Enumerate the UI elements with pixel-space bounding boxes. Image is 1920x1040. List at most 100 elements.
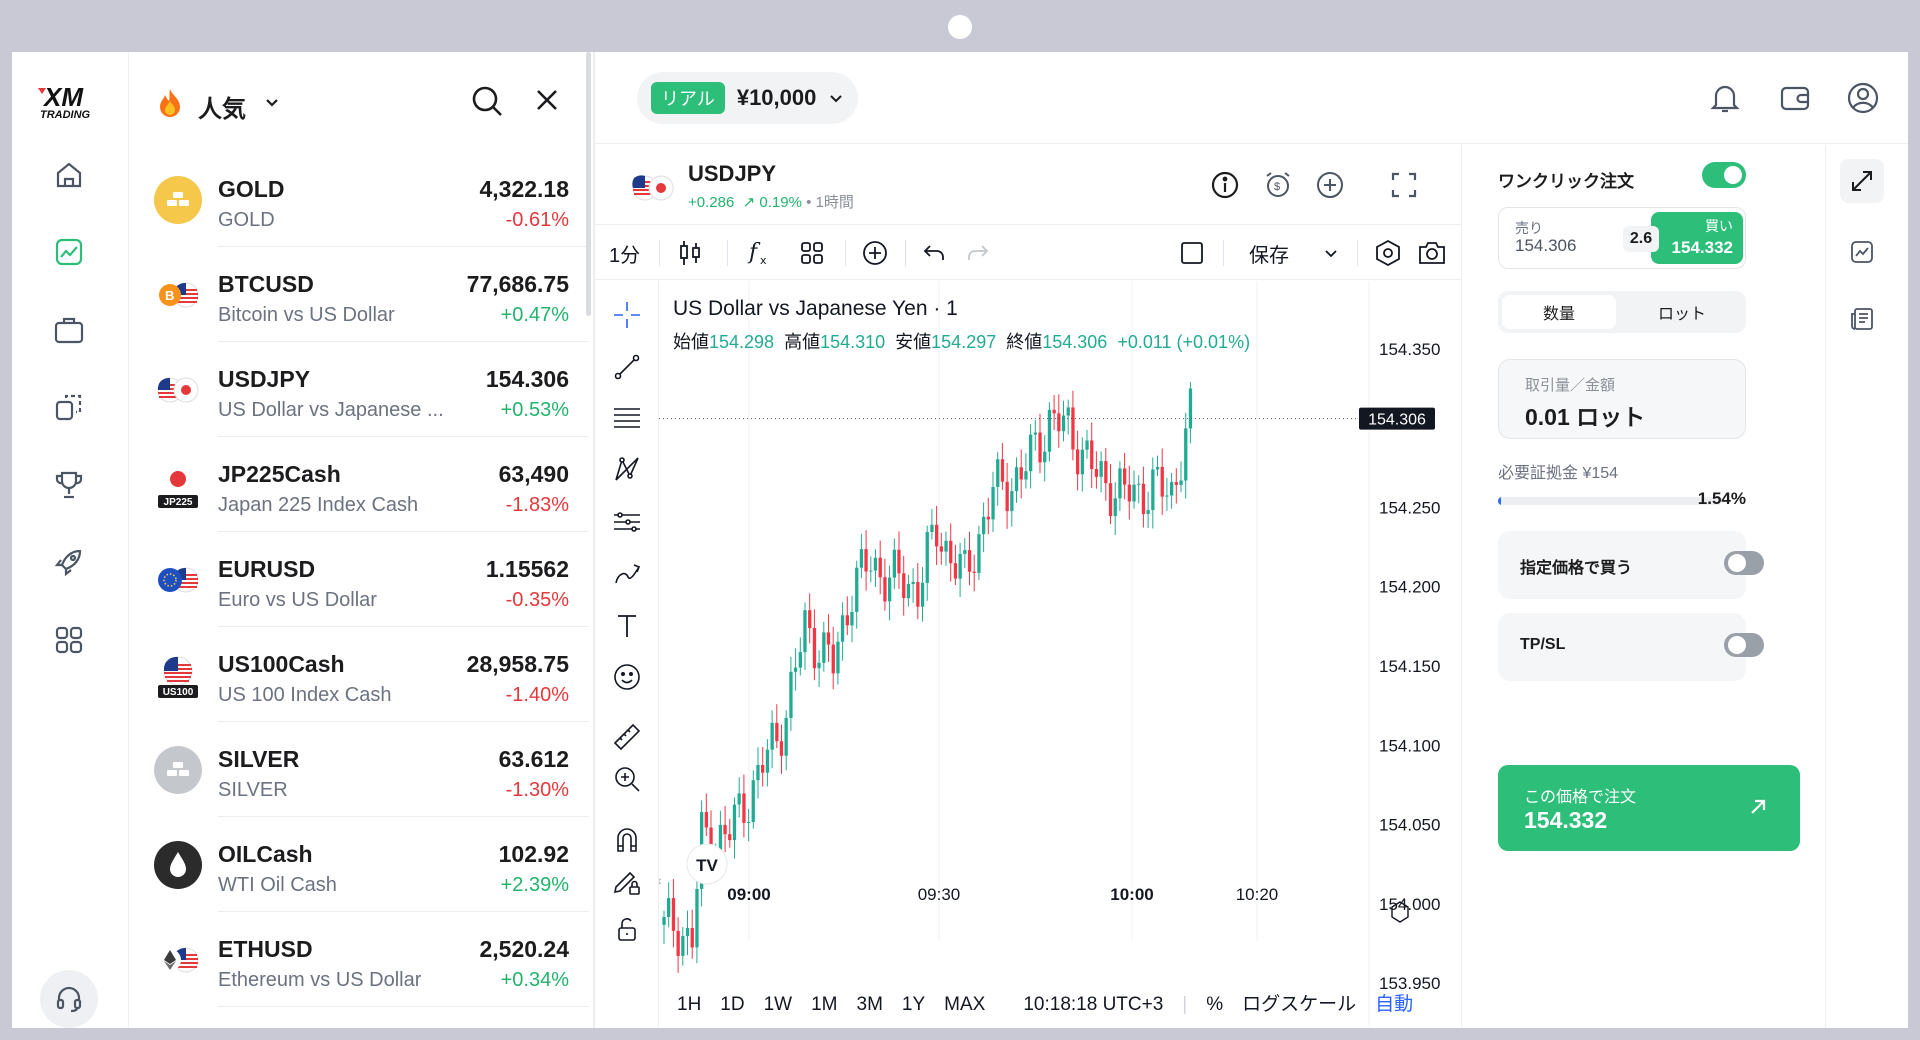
rocket-icon[interactable] (49, 542, 89, 582)
seg-quantity[interactable]: 数量 (1502, 295, 1616, 329)
search-icon[interactable] (470, 84, 504, 123)
watchlist-row-eurusd[interactable]: EURUSD Euro vs US Dollar 1.15562 -0.35% (130, 532, 589, 627)
candle-body (1085, 440, 1089, 450)
range-1h[interactable]: 1H (677, 994, 701, 1015)
indicators-icon[interactable]: fx (745, 236, 773, 270)
emoji-icon[interactable] (609, 659, 645, 695)
watchlist-scrollbar[interactable] (586, 52, 591, 316)
watchlist-row-jp225cash[interactable]: JP225 JP225Cash Japan 225 Index Cash 63,490… (130, 437, 589, 532)
y-tick-label: 154.100 (1379, 736, 1440, 755)
lock-drawings-icon[interactable] (609, 864, 645, 900)
chart-plot[interactable]: 154.350 154.250 154.200 154.150 154.100 154.0… (659, 281, 1461, 1028)
place-order-button[interactable]: この価格で注文 154.332 (1498, 765, 1800, 851)
watchlist-row-btcusd[interactable]: B BTCUSD Bitcoin vs US Dollar 77,686.75 +0.4… (130, 247, 589, 342)
candle-body (991, 487, 995, 520)
watchlist-row-silver[interactable]: SILVER SILVER 63.612 -1.30% (130, 722, 589, 817)
svg-text:x: x (760, 254, 767, 267)
add-circle-icon[interactable] (1312, 167, 1348, 203)
text-tool-icon[interactable] (609, 608, 645, 644)
log-scale-toggle[interactable]: ログスケール (1242, 994, 1356, 1015)
limit-order-toggle[interactable] (1724, 551, 1764, 575)
support-headset-button[interactable] (40, 970, 98, 1028)
ruler-icon[interactable] (609, 719, 645, 755)
candle-body (1160, 466, 1164, 497)
price-alert-icon[interactable]: $ (1260, 167, 1296, 203)
percent-toggle[interactable]: % (1206, 994, 1223, 1015)
seg-lot[interactable]: ロット (1622, 295, 1742, 329)
candlestick-chart[interactable]: 154.350 154.250 154.200 154.150 154.100 154.0… (659, 281, 1461, 1028)
limit-order-label: 指定価格で買う (1520, 560, 1633, 577)
row-name: WTI Oil Cash (218, 874, 337, 896)
profile-icon[interactable] (1843, 78, 1883, 118)
news-icon[interactable] (1840, 297, 1884, 341)
briefcase-icon[interactable] (49, 310, 89, 350)
redo-icon[interactable] (965, 236, 991, 270)
layout-square-icon[interactable] (1179, 236, 1205, 270)
candle-body (1151, 469, 1155, 511)
snapshot-camera-icon[interactable] (1417, 236, 1447, 270)
forecast-icon[interactable] (609, 504, 645, 540)
copy-icon[interactable] (49, 387, 89, 427)
auto-scale-toggle[interactable]: 自動 (1375, 994, 1413, 1015)
candle-body (751, 780, 755, 822)
watchlist-row-ethusd[interactable]: ETHUSD Ethereum vs US Dollar 2,520.24 +0.34… (130, 912, 589, 1007)
undo-icon[interactable] (921, 236, 947, 270)
watchlist-row-oilcash[interactable]: OILCash WTI Oil Cash 102.92 +2.39% (130, 817, 589, 912)
fib-retracement-icon[interactable] (609, 400, 645, 436)
chart-icon[interactable] (49, 232, 89, 272)
apps-icon[interactable] (49, 620, 89, 660)
ohlc-high-label: 高値 (784, 332, 821, 352)
wallet-icon[interactable] (1775, 78, 1815, 118)
sell-label[interactable]: 売り (1515, 218, 1543, 238)
chevron-down-icon[interactable] (1323, 236, 1339, 270)
volume-value[interactable]: 0.01 ロット (1525, 398, 1645, 432)
chevron-down-icon[interactable] (262, 92, 282, 117)
magnet-icon[interactable] (609, 821, 645, 857)
sell-price[interactable]: 154.306 (1515, 236, 1576, 256)
settings-hex-icon[interactable] (1373, 236, 1403, 270)
range-3m[interactable]: 3M (857, 994, 883, 1015)
range-1d[interactable]: 1D (720, 994, 744, 1015)
trophy-icon[interactable] (49, 465, 89, 505)
zoom-in-icon[interactable] (609, 761, 645, 797)
range-1y[interactable]: 1Y (902, 994, 925, 1015)
info-icon[interactable] (1207, 167, 1243, 203)
range-max[interactable]: MAX (944, 994, 985, 1015)
chart-panel-icon[interactable] (1840, 230, 1884, 274)
trend-line-icon[interactable] (609, 349, 645, 385)
toolbar-separator (659, 240, 660, 266)
brush-icon[interactable] (609, 556, 645, 592)
save-button[interactable]: 保存 (1249, 236, 1289, 270)
range-1w[interactable]: 1W (764, 994, 793, 1015)
close-icon[interactable] (533, 86, 561, 119)
templates-icon[interactable] (799, 236, 825, 270)
candlestick-type-icon[interactable] (677, 236, 703, 270)
buy-button[interactable]: 買い 154.332 (1651, 212, 1743, 264)
xm-logo[interactable]: XM TRADING (34, 82, 110, 122)
svg-text:f: f (747, 240, 761, 265)
buy-price: 154.332 (1671, 238, 1733, 257)
watchlist-row-us100cash[interactable]: US100 US100Cash US 100 Index Cash 28,958.75… (130, 627, 589, 722)
watchlist-row-gold[interactable]: GOLD GOLD 4,322.18 -0.61% (130, 152, 589, 247)
crosshair-icon[interactable] (609, 297, 645, 333)
account-selector[interactable]: リアル ¥10,000 (637, 72, 859, 124)
watchlist-row-usdjpy[interactable]: USDJPY US Dollar vs Japanese ... 154.306 +0… (130, 342, 589, 437)
interval-button[interactable]: 1分 (609, 236, 640, 270)
unlock-icon[interactable] (609, 911, 645, 947)
watchlist-category-label[interactable]: 人気 (198, 89, 246, 124)
one-click-toggle[interactable] (1702, 162, 1746, 188)
range-1m[interactable]: 1M (811, 994, 837, 1015)
tpsl-toggle[interactable] (1724, 633, 1764, 657)
compare-add-icon[interactable] (861, 236, 889, 270)
volume-input[interactable]: 取引量／金額 0.01 ロット (1498, 359, 1746, 439)
chart-change-summary: +0.286 ↗ 0.19% • 1時間 (688, 191, 854, 212)
home-icon[interactable] (49, 155, 89, 195)
expand-arrows-icon[interactable] (1840, 159, 1884, 203)
bell-icon[interactable] (1705, 78, 1745, 118)
usd-jpy-flag-icon (631, 173, 675, 208)
fullscreen-icon[interactable] (1386, 167, 1422, 203)
pattern-icon[interactable] (609, 451, 645, 487)
chart-timeframe: • 1時間 (806, 194, 854, 211)
spread-badge: 2.6 (1623, 226, 1659, 252)
ohlc-close-value: 154.306 (1042, 332, 1108, 352)
